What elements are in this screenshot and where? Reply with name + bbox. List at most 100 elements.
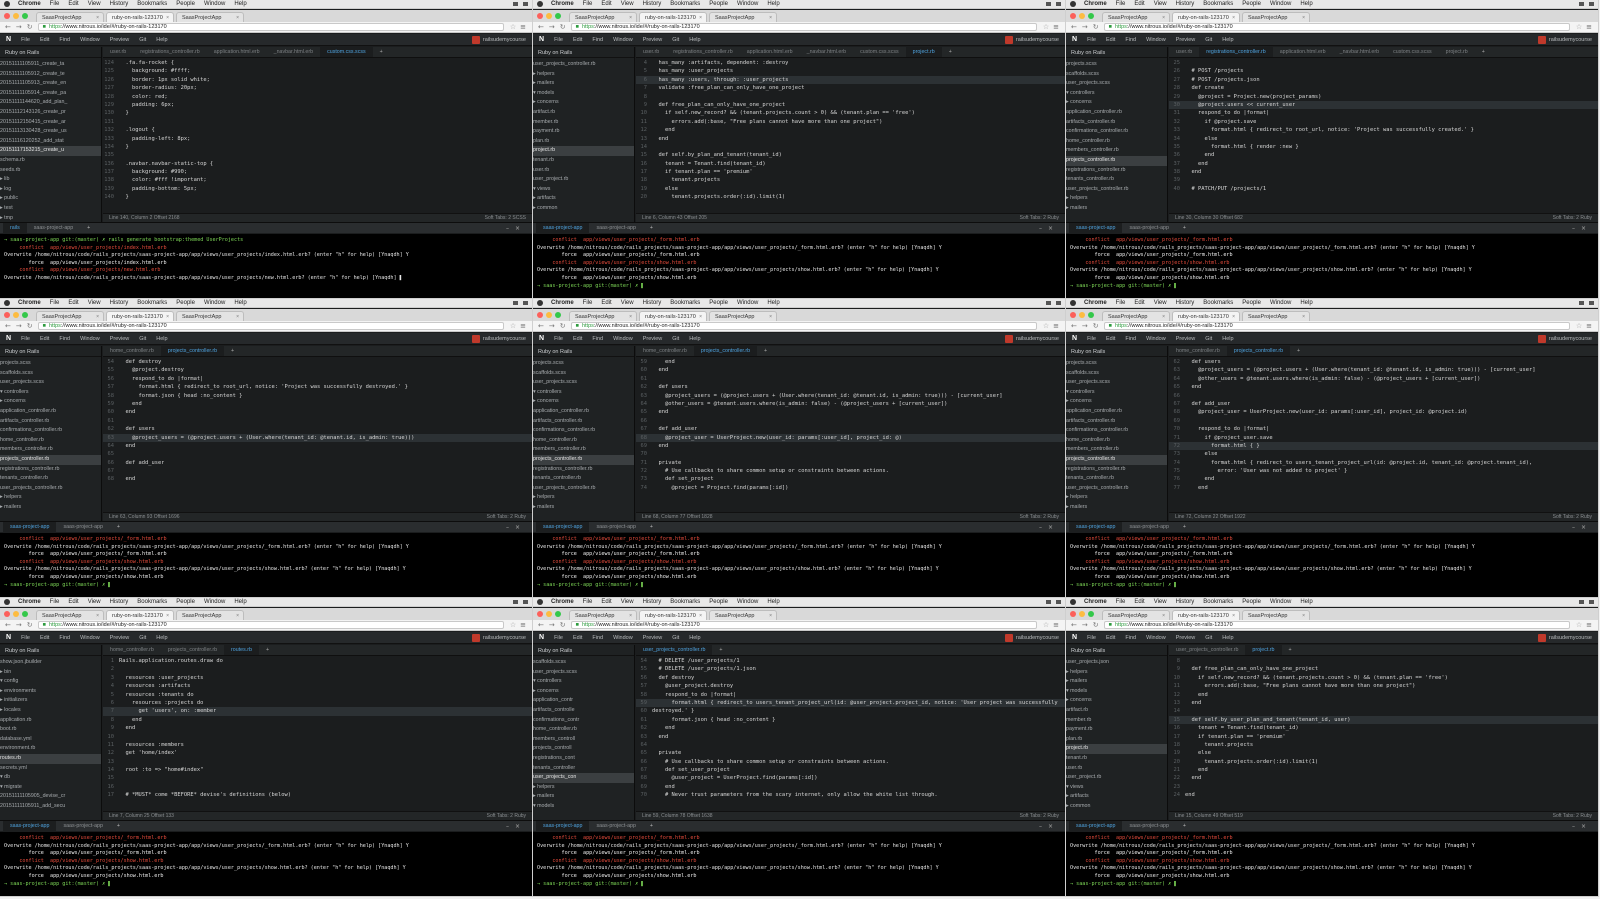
- minimize-window-button[interactable]: [1079, 13, 1085, 19]
- ide-menu-item[interactable]: File: [554, 336, 563, 342]
- file-tree-item[interactable]: 20151111144620_add_plan_: [0, 98, 101, 108]
- browser-tab[interactable]: SaasProjectApp ×: [569, 610, 637, 620]
- mac-menu-item[interactable]: Window: [1270, 1, 1291, 7]
- file-tree-item[interactable]: 20151111105905_devise_cr: [0, 792, 101, 802]
- file-tree-item[interactable]: ▸ helpers: [0, 493, 101, 503]
- file-tree-item[interactable]: ▸ public: [0, 194, 101, 204]
- ide-menu-item[interactable]: Window: [80, 336, 100, 342]
- file-tree-item[interactable]: registrations_controller.rb: [1066, 465, 1167, 475]
- mac-menu-item[interactable]: Edit: [1134, 1, 1144, 7]
- editor-tab[interactable]: user.rb: [1169, 47, 1199, 57]
- terminal-output[interactable]: conflict app/views/user_projects/_form.h…: [533, 832, 1065, 896]
- chrome-menu-icon[interactable]: ≡: [520, 621, 526, 629]
- mac-menu-item[interactable]: Help: [234, 599, 246, 605]
- ide-menu-item[interactable]: Help: [156, 336, 167, 342]
- close-window-button[interactable]: [537, 312, 543, 318]
- file-tree-item[interactable]: 20151117153215_create_u: [0, 146, 101, 156]
- ide-menu-item[interactable]: Git: [139, 336, 146, 342]
- reload-icon[interactable]: ↻: [27, 322, 33, 330]
- mac-menu-item[interactable]: Bookmarks: [670, 1, 700, 7]
- user-menu[interactable]: railsudemycourse: [471, 35, 526, 44]
- browser-tab[interactable]: ruby-on-rails-123170 ×: [106, 610, 174, 620]
- file-tree-item[interactable]: home_controller.rb: [1066, 436, 1167, 446]
- file-tree-item[interactable]: projects.scss: [533, 359, 634, 369]
- mac-menu-item[interactable]: View: [621, 1, 634, 7]
- browser-tab[interactable]: SaasProjectApp ×: [176, 311, 244, 321]
- close-tab-icon[interactable]: ×: [769, 314, 772, 320]
- file-tree-item[interactable]: ▾ models: [1066, 687, 1167, 697]
- ide-menu-item[interactable]: Preview: [110, 336, 130, 342]
- close-window-button[interactable]: [537, 13, 543, 19]
- file-tree-item[interactable]: ▸ mailers: [533, 503, 634, 513]
- chrome-menu-icon[interactable]: ≡: [520, 23, 526, 31]
- browser-tab[interactable]: SaasProjectApp ×: [569, 12, 637, 22]
- file-tree-item[interactable]: ▸ locales: [0, 706, 101, 716]
- file-tree-item[interactable]: ▸ helpers: [1066, 668, 1167, 678]
- mac-menu-item[interactable]: File: [50, 300, 60, 306]
- editor-tab[interactable]: home_controller.rb: [636, 346, 694, 356]
- editor-tab[interactable]: projects_controller.rb: [1226, 346, 1291, 356]
- file-tree-item[interactable]: artifacts_controller.rb: [1066, 417, 1167, 427]
- file-tree-item[interactable]: user_projects.scss: [1066, 378, 1167, 388]
- editor-tab[interactable]: custom.css.scss: [1386, 47, 1439, 57]
- chrome-menu-icon[interactable]: ≡: [1053, 621, 1059, 629]
- browser-tab[interactable]: SaasProjectApp ×: [176, 610, 244, 620]
- apple-icon[interactable]: [1070, 1, 1076, 7]
- bookmark-star-icon[interactable]: ☆: [1043, 23, 1049, 31]
- file-tree-item[interactable]: user_projects_controller.rb: [1066, 185, 1167, 195]
- new-terminal-icon[interactable]: +: [80, 223, 97, 234]
- editor-tab[interactable]: custom.css.scss: [320, 47, 373, 57]
- new-tab-icon[interactable]: +: [1282, 645, 1299, 655]
- terminal-tab[interactable]: saas-project-app: [536, 820, 590, 832]
- ide-menu-item[interactable]: File: [554, 635, 563, 641]
- close-tab-icon[interactable]: ×: [699, 613, 702, 619]
- bookmark-star-icon[interactable]: ☆: [510, 621, 516, 629]
- file-tree-item[interactable]: ▾ db: [0, 773, 101, 783]
- ide-menu-item[interactable]: Git: [139, 635, 146, 641]
- close-tab-icon[interactable]: ×: [699, 15, 702, 21]
- new-tab-icon[interactable]: +: [942, 47, 959, 57]
- code-area[interactable]: 54 # DELETE /user_projects/1 55 # DELETE …: [636, 657, 1065, 811]
- file-tree-item[interactable]: 20151112150415_create_ar: [0, 118, 101, 128]
- ide-menu-item[interactable]: File: [1087, 336, 1096, 342]
- code-area[interactable]: 25 26 # POST /projects 27 # POST /projects…: [1169, 59, 1598, 213]
- file-tree-item[interactable]: confirmations_controller.rb: [1066, 127, 1167, 137]
- file-tree-item[interactable]: schema.rb: [0, 156, 101, 166]
- file-tree-item[interactable]: ▾ views: [533, 185, 634, 195]
- url-field[interactable]: ■ https://www.nitrous.io/ide/#/ruby-on-ra…: [37, 621, 504, 629]
- mac-menu-item[interactable]: History: [110, 300, 129, 306]
- mac-menu-item[interactable]: Bookmarks: [137, 1, 167, 7]
- file-tree-item[interactable]: artifacts_controller.rb: [1066, 118, 1167, 128]
- file-tree-item[interactable]: ▸ artifacts: [1066, 792, 1167, 802]
- apple-icon[interactable]: [4, 599, 10, 605]
- file-tree-item[interactable]: plan.rb: [1066, 735, 1167, 745]
- ide-menu-item[interactable]: Find: [1125, 336, 1136, 342]
- user-menu[interactable]: railsudemycourse: [1537, 633, 1592, 642]
- editor-tab[interactable]: projects_controller.rb: [161, 645, 224, 655]
- file-tree-item[interactable]: member.rb: [533, 118, 634, 128]
- code-area[interactable]: 124 .fa.fa-rocket {125 background: #ffff…: [103, 59, 532, 213]
- file-tree-item[interactable]: user_projects_controller.rb: [1066, 484, 1167, 494]
- editor-tab[interactable]: project.rb: [1439, 47, 1475, 57]
- file-tree-item[interactable]: ▸ mailers: [1066, 677, 1167, 687]
- terminal-tab[interactable]: saas-project-app: [536, 222, 590, 234]
- mac-menu-item[interactable]: Bookmarks: [1203, 1, 1233, 7]
- mac-menu-item[interactable]: Chrome: [551, 1, 574, 7]
- file-tree-item[interactable]: ▾ config: [0, 677, 101, 687]
- mac-menu-item[interactable]: File: [1116, 300, 1126, 306]
- file-tree-item[interactable]: seeds.rb: [0, 166, 101, 176]
- close-tab-icon[interactable]: ×: [96, 613, 99, 619]
- mac-menu-item[interactable]: People: [709, 1, 728, 7]
- code-area[interactable]: 62 def users 63 @project_users = (@projec…: [1169, 358, 1598, 512]
- terminal-window-controls[interactable]: –×: [1572, 524, 1592, 531]
- browser-tab[interactable]: SaasProjectApp ×: [569, 311, 637, 321]
- url-field[interactable]: ■ https://www.nitrous.io/ide/#/ruby-on-ra…: [1103, 621, 1570, 629]
- back-icon[interactable]: ←: [1071, 322, 1077, 330]
- file-tree-item[interactable]: plan.rb: [533, 137, 634, 147]
- mac-menu-item[interactable]: Window: [204, 599, 225, 605]
- ide-menu-item[interactable]: Git: [1205, 635, 1212, 641]
- file-tree-item[interactable]: user.rb: [1066, 764, 1167, 774]
- terminal-window-controls[interactable]: –×: [1572, 225, 1592, 232]
- file-tree-item[interactable]: show.json.jbuilder: [0, 658, 101, 668]
- file-tree-item[interactable]: user_projects_controller.rb: [533, 484, 634, 494]
